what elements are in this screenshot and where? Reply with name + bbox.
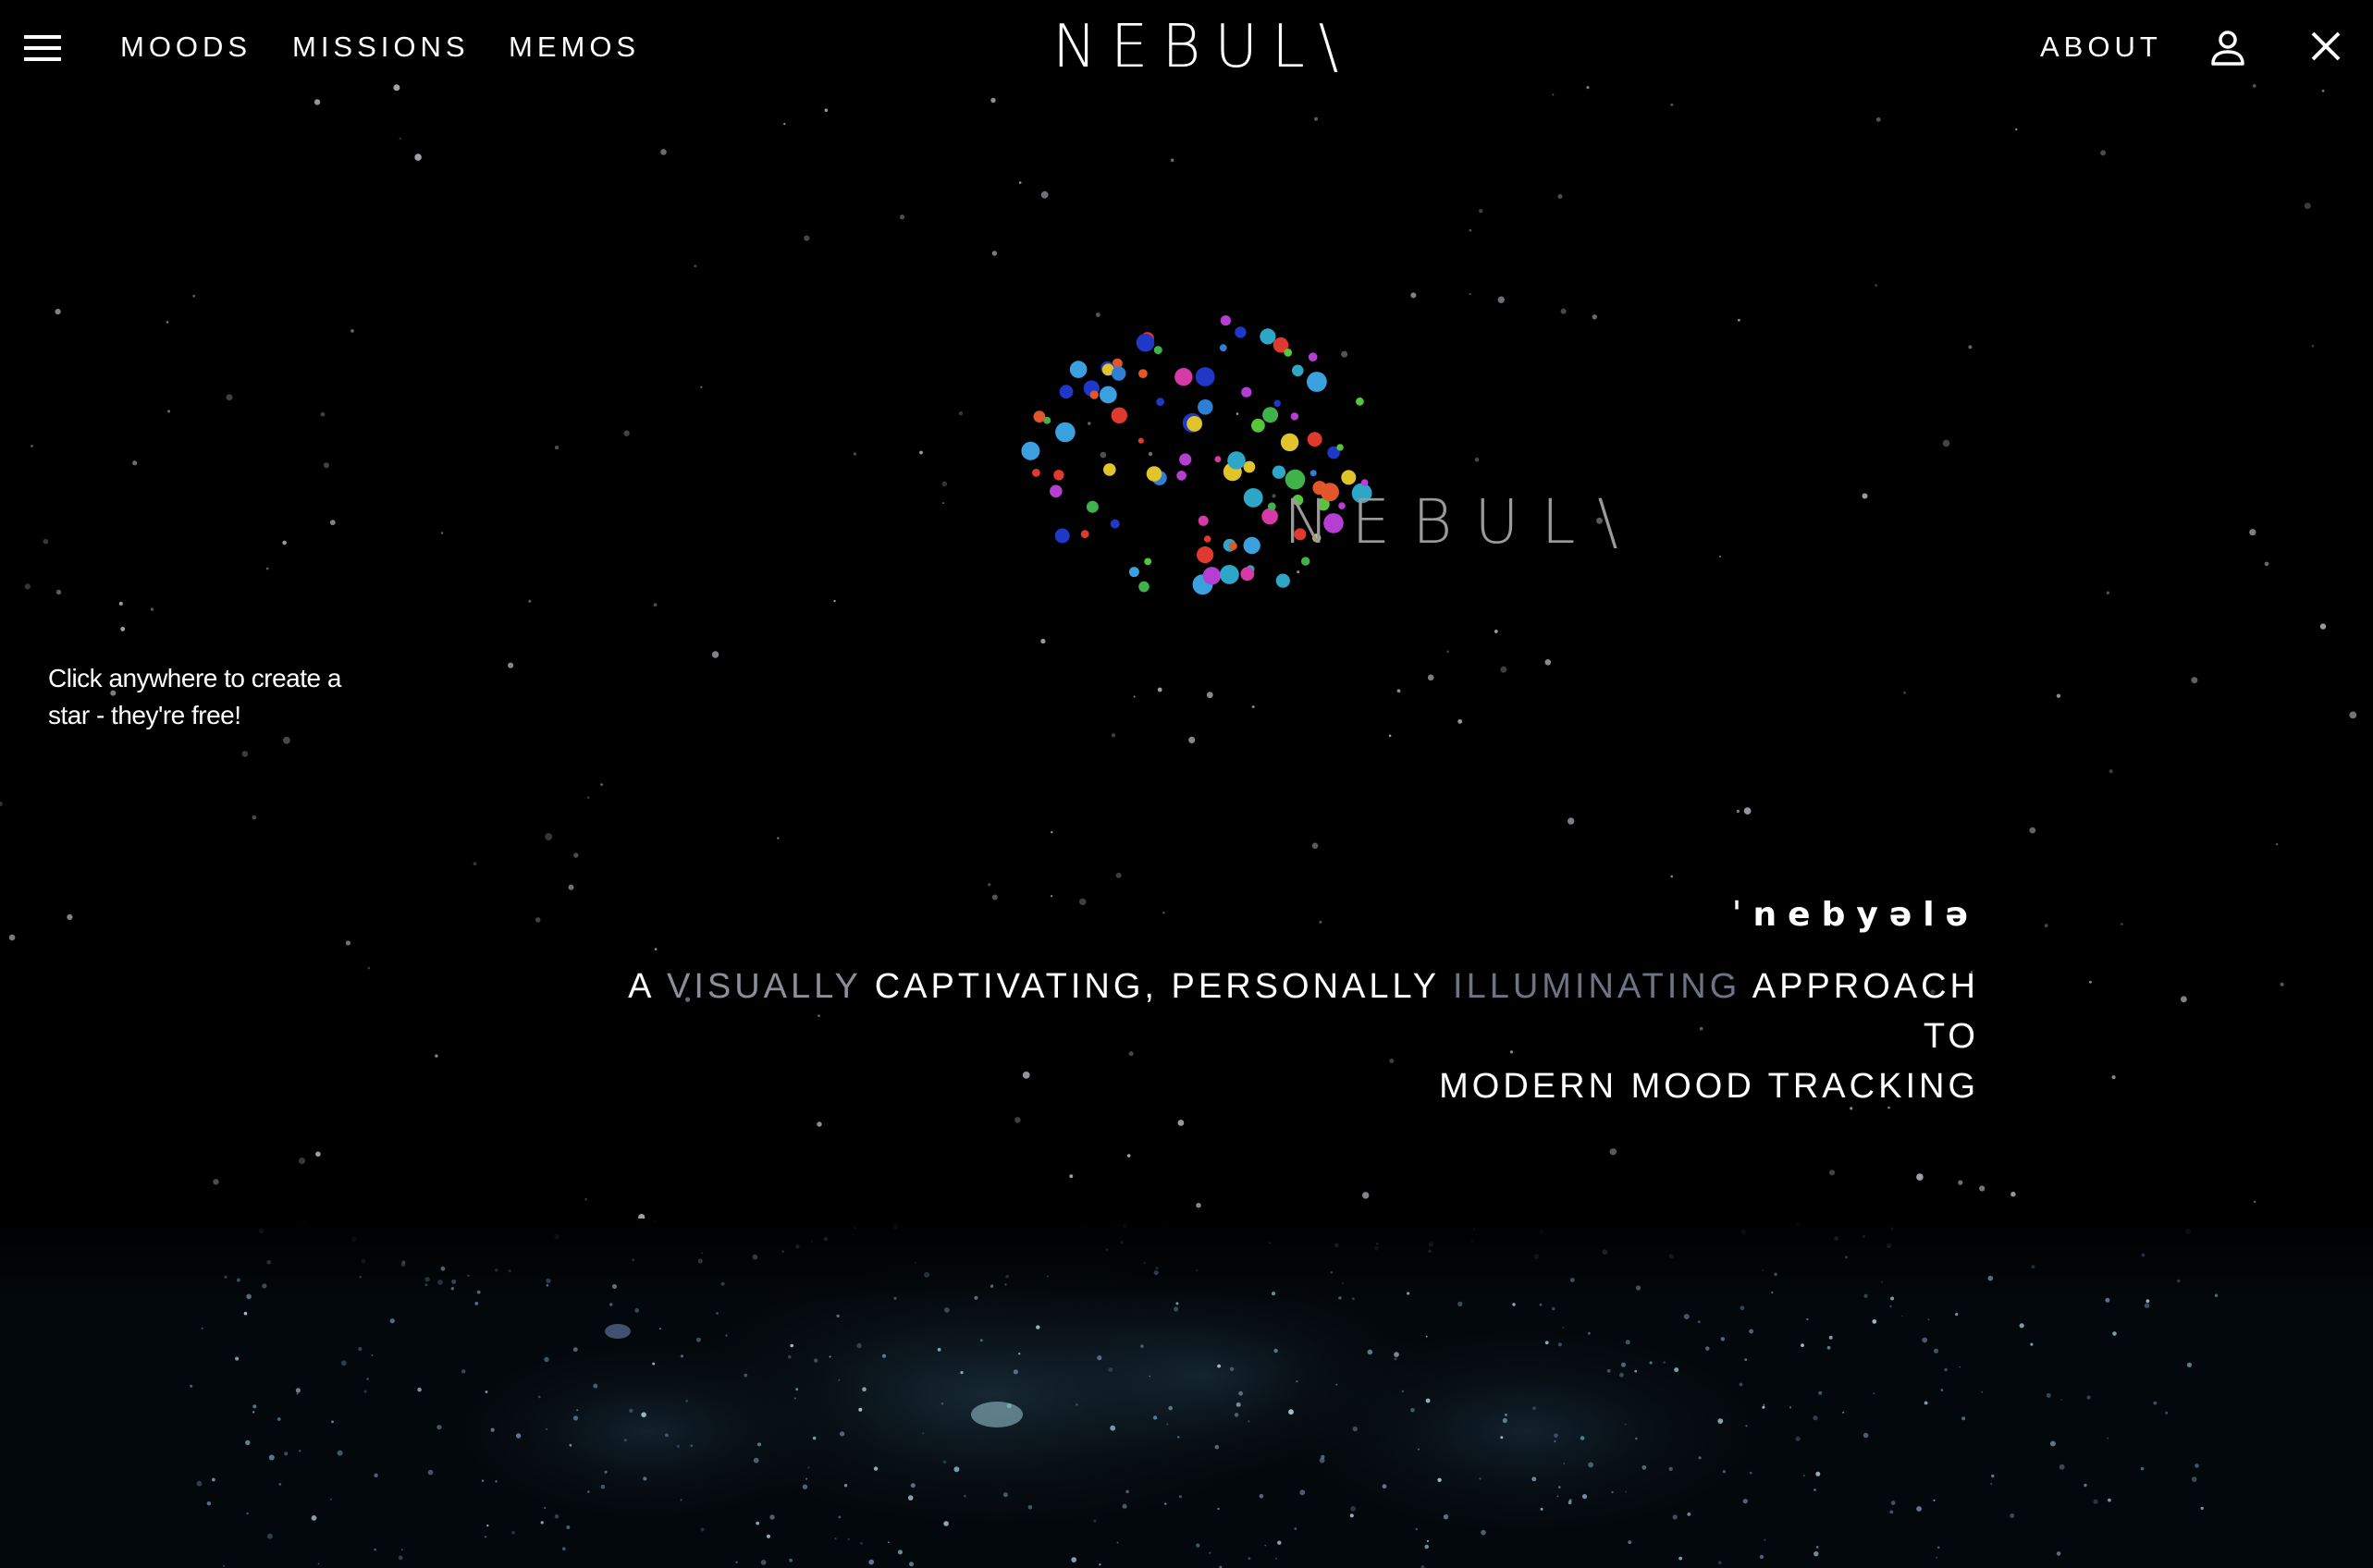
tagline-word-illuminating: ILLUMINATING bbox=[1453, 967, 1741, 1006]
user-profile-icon[interactable] bbox=[2210, 30, 2245, 67]
tagline: A VISUALLY CAPTIVATING, PERSONALLY ILLUM… bbox=[592, 962, 1979, 1111]
nebula-dot-cluster-logo bbox=[1021, 315, 1372, 595]
brand-logo-text[interactable]: NEBUL\ bbox=[1052, 17, 1352, 78]
nav-link-missions[interactable]: MISSIONS bbox=[292, 28, 470, 67]
nav-link-memos[interactable]: MEMOS bbox=[509, 28, 640, 67]
phonetic-pronunciation: ˈnebyələ bbox=[1731, 896, 1979, 934]
galaxy-band-image bbox=[0, 1219, 2373, 1568]
tagline-line-2: MODERN MOOD TRACKING bbox=[1439, 1067, 1979, 1106]
create-star-hint: Click anywhere to create a star - they'r… bbox=[48, 664, 341, 729]
close-icon[interactable] bbox=[2310, 31, 2342, 62]
top-navigation-bar: MOODS MISSIONS MEMOS NEBUL\ ABOUT bbox=[0, 0, 2373, 96]
nav-link-moods[interactable]: MOODS bbox=[120, 28, 252, 67]
tagline-word-a: A bbox=[628, 967, 654, 1006]
logo-wordmark: NEBUL\ bbox=[1284, 486, 1641, 557]
hamburger-menu-icon[interactable] bbox=[24, 35, 61, 61]
tagline-word-approach: APPROACH TO bbox=[1752, 967, 1979, 1056]
tagline-word-captivating: CAPTIVATING, PERSONALLY bbox=[874, 967, 1440, 1006]
nav-link-about[interactable]: ABOUT bbox=[2040, 28, 2162, 67]
tagline-word-visually: VISUALLY bbox=[666, 967, 862, 1006]
